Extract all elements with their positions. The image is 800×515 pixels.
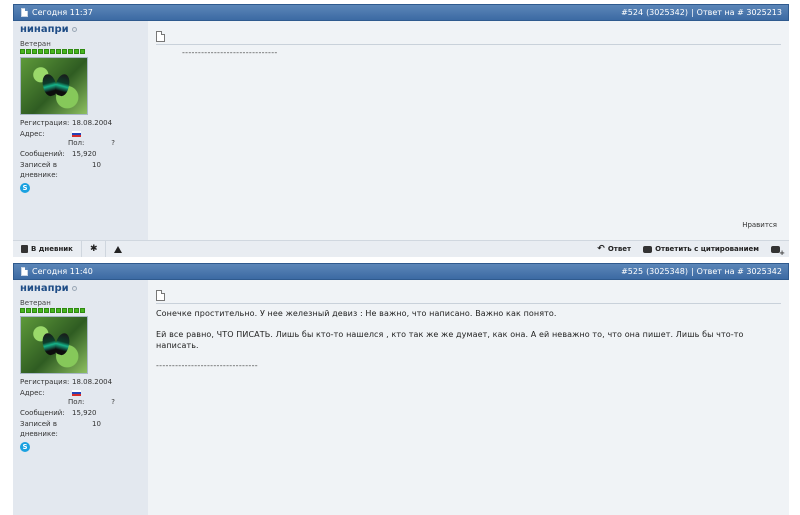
butterfly-image — [43, 74, 69, 98]
post-id: (3025348) — [646, 267, 688, 276]
messages-value: 15,920 — [72, 150, 97, 158]
quote-icon — [643, 245, 653, 253]
gender-label: Пол: — [68, 139, 85, 147]
signature: ------------------------------ — [182, 48, 278, 57]
reply-button-label: Ответ — [607, 245, 632, 253]
skype-icon[interactable]: S — [20, 183, 30, 193]
registration-value: 18.08.2004 — [72, 119, 113, 127]
message-doc-icon — [156, 290, 165, 301]
post-number-link[interactable]: #525 — [621, 267, 643, 276]
address-label: Адрес: — [20, 130, 45, 138]
messages-label: Сообщений: — [20, 409, 65, 417]
post-524: Сегодня 11:37 #524 (3025342) | Ответ на … — [13, 4, 789, 257]
diary-value: 10 — [92, 420, 101, 428]
user-rank: Ветеран — [20, 299, 51, 307]
diary-value: 10 — [92, 161, 101, 169]
diary-label: Записей в дневнике: — [20, 420, 58, 438]
content-divider — [156, 303, 781, 304]
post-id: (3025342) — [646, 8, 688, 17]
warning-icon — [114, 245, 123, 253]
gender-label: Пол: — [68, 398, 85, 406]
reply-to-link[interactable]: Ответ на # 3025342 — [697, 267, 782, 276]
multiquote-button[interactable] — [771, 245, 785, 257]
skype-icon[interactable]: S — [20, 442, 30, 452]
content-divider — [156, 44, 781, 45]
russia-flag-icon — [72, 131, 81, 137]
signature: -------------------------------- — [156, 361, 258, 370]
russia-flag-icon — [72, 390, 81, 396]
diary-label: Записей в дневнике: — [20, 161, 58, 179]
registration-value: 18.08.2004 — [72, 378, 113, 386]
post-header: Сегодня 11:40 #525 (3025348) | Ответ на … — [13, 263, 789, 280]
registration-label: Регистрация: — [20, 119, 70, 127]
gender-value: ? — [111, 398, 115, 406]
avatar[interactable] — [20, 57, 88, 115]
post-content: ------------------------------ Нравится — [148, 21, 789, 257]
post-number-link[interactable]: #524 — [621, 8, 643, 17]
user-rank: Ветеран — [20, 40, 51, 48]
post-header: Сегодня 11:37 #524 (3025342) | Ответ на … — [13, 4, 789, 21]
post-doc-icon — [21, 267, 28, 276]
multiquote-icon — [771, 245, 785, 257]
offline-status-icon — [71, 286, 77, 291]
user-info-panel: нинапри Ветеран Регистрация: 18.08.2004 … — [13, 280, 148, 515]
post-date: Сегодня 11:40 — [32, 267, 93, 276]
username-link[interactable]: нинапри — [20, 24, 69, 35]
message-paragraph: Сонечке простительно. У нее железный дев… — [156, 309, 557, 318]
quote-reply-label: Ответить с цитированием — [655, 245, 759, 253]
post-toolbar: В дневник ✱ ↶ Ответ Ответить с цитирован… — [13, 240, 789, 257]
registration-label: Регистрация: — [20, 378, 70, 386]
post-525: Сегодня 11:40 #525 (3025348) | Ответ на … — [13, 263, 789, 515]
reputation-bar — [20, 49, 148, 54]
offline-status-icon — [71, 27, 77, 32]
reputation-bar — [20, 308, 148, 313]
messages-value: 15,920 — [72, 409, 97, 417]
message-doc-icon — [156, 31, 165, 42]
message-paragraph: Ей все равно, ЧТО ПИСАТЬ. Лишь бы кто-то… — [156, 330, 744, 350]
user-info-panel: нинапри Ветеран Регистрация: 18.08.2004 … — [13, 21, 148, 257]
header-separator: | — [690, 8, 694, 17]
gender-value: ? — [111, 139, 115, 147]
reply-to-link[interactable]: Ответ на # 3025213 — [697, 8, 782, 17]
header-separator: | — [690, 267, 694, 276]
username-link[interactable]: нинапри — [20, 283, 69, 294]
star-button[interactable]: ✱ — [82, 241, 107, 257]
reply-button[interactable]: ↶ Ответ — [597, 244, 631, 254]
diary-button[interactable]: В дневник — [13, 241, 82, 257]
post-date: Сегодня 11:37 — [32, 8, 93, 17]
book-icon — [21, 245, 28, 253]
report-button[interactable] — [106, 241, 130, 257]
reply-icon: ↶ — [597, 244, 605, 254]
post-doc-icon — [21, 8, 28, 17]
diary-button-label: В дневник — [31, 245, 73, 253]
quote-reply-button[interactable]: Ответить с цитированием — [643, 245, 759, 253]
messages-label: Сообщений: — [20, 150, 65, 158]
avatar[interactable] — [20, 316, 88, 374]
likes-link[interactable]: Нравится — [742, 221, 777, 229]
address-label: Адрес: — [20, 389, 45, 397]
butterfly-image — [43, 333, 69, 357]
post-content: Сонечке простительно. У нее железный дев… — [148, 280, 789, 515]
post-message: Сонечке простительно. У нее железный дев… — [156, 308, 781, 351]
star-icon: ✱ — [89, 244, 98, 254]
